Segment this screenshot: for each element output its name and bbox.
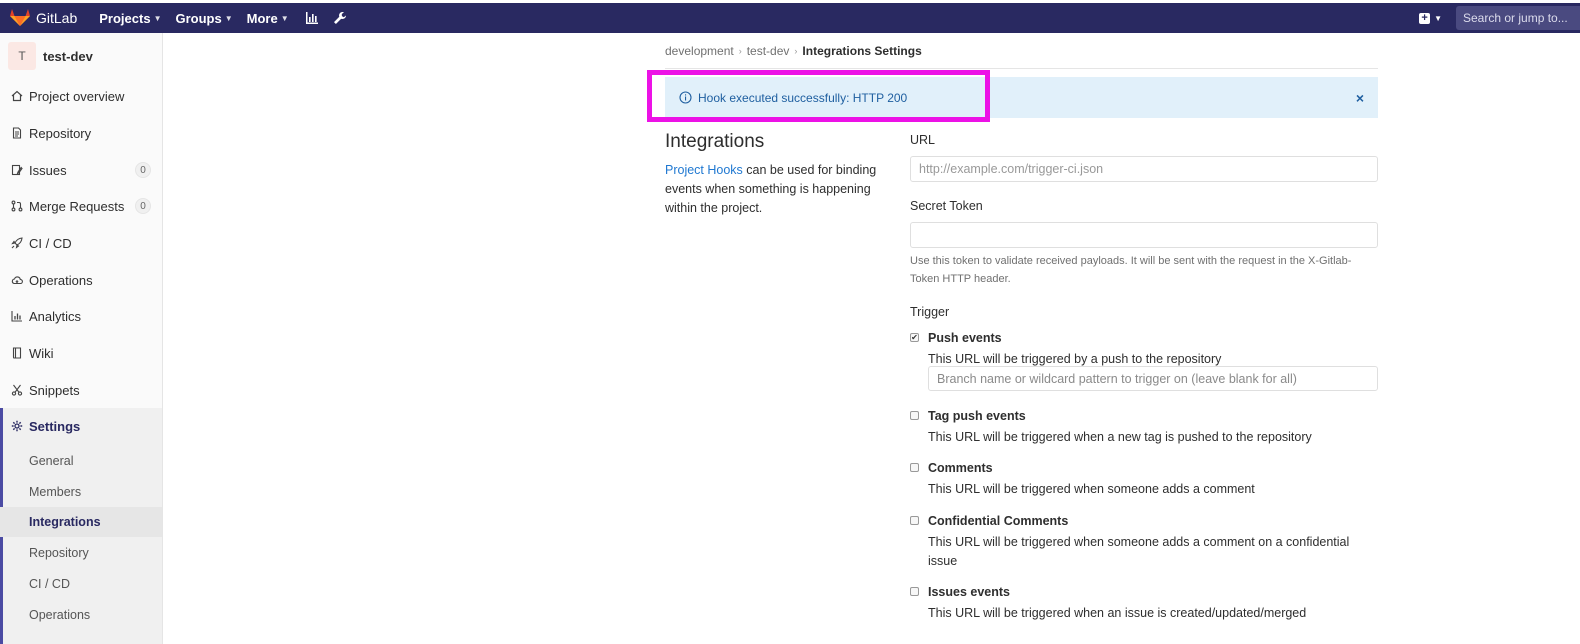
- confidential-comments-checkbox[interactable]: [910, 516, 919, 525]
- avatar: T: [8, 42, 36, 70]
- nav-projects-label: Projects: [99, 10, 151, 26]
- sidebar-item-ci-cd[interactable]: CI / CD: [0, 225, 162, 261]
- sidebar-item-label: Project overview: [29, 88, 125, 104]
- flash-message: Hook executed successfully: HTTP 200: [698, 90, 908, 105]
- plus-square-icon: +: [1419, 12, 1431, 24]
- trigger-title: Issues events: [928, 585, 1010, 599]
- brand-name: GitLab: [36, 10, 78, 26]
- sidebar-item-wiki[interactable]: Wiki: [0, 335, 162, 371]
- sidebar-item-label: Wiki: [29, 345, 54, 361]
- sidebar-item-label: CI / CD: [29, 235, 72, 251]
- trigger-description: This URL will be triggered when someone …: [928, 535, 1350, 568]
- sidebar-subitem-integrations[interactable]: Integrations: [0, 507, 162, 537]
- chevron-down-icon: ▼: [153, 13, 162, 23]
- nav-groups-label: Groups: [175, 10, 222, 26]
- merge-requests-count-badge: 0: [135, 198, 151, 214]
- breadcrumb-current[interactable]: Integrations Settings: [802, 44, 921, 58]
- sidebar-item-operations[interactable]: Operations: [0, 262, 162, 298]
- project-hooks-link[interactable]: Project Hooks: [665, 163, 743, 177]
- nav-projects[interactable]: Projects ▼: [99, 11, 161, 26]
- sidebar-subitem-members[interactable]: Members: [0, 477, 162, 507]
- scissors-icon: [10, 384, 23, 397]
- issues-events-checkbox[interactable]: [910, 587, 919, 596]
- sidebar-subitem-repository[interactable]: Repository: [0, 538, 162, 568]
- sidebar-item-snippets[interactable]: Snippets: [0, 372, 162, 408]
- chevron-right-icon: ›: [738, 46, 742, 56]
- gitlab-logo-icon: [10, 9, 30, 26]
- trigger-description: This URL will be triggered when an issue…: [928, 606, 1307, 620]
- sidebar-item-label: Snippets: [29, 382, 80, 398]
- trigger-label: Trigger: [910, 305, 950, 319]
- cloud-icon: [10, 274, 23, 287]
- trigger-title: Comments: [928, 461, 993, 475]
- branch-filter-input[interactable]: [928, 366, 1378, 391]
- search-input[interactable]: [1456, 6, 1580, 30]
- tag-push-events-checkbox[interactable]: [910, 411, 919, 420]
- flash-notice: Hook executed successfully: HTTP 200 ×: [665, 77, 1378, 118]
- doc-icon: [10, 127, 23, 140]
- issues-icon: [10, 164, 23, 177]
- chart-icon: [10, 310, 23, 323]
- url-input[interactable]: [910, 156, 1378, 182]
- top-navbar: GitLab Projects ▼ Groups ▼ More ▼ + ▼: [0, 3, 1580, 33]
- sidebar: T test-dev Project overview Repository I…: [0, 33, 163, 644]
- chevron-right-icon: ›: [794, 46, 798, 56]
- sidebar-item-analytics[interactable]: Analytics: [0, 298, 162, 334]
- sidebar-subitem-operations[interactable]: Operations: [0, 600, 162, 630]
- rocket-icon: [10, 237, 23, 250]
- sidebar-subitem-general[interactable]: General: [0, 446, 162, 476]
- secret-token-label: Secret Token: [910, 199, 983, 213]
- sidebar-item-merge-requests[interactable]: Merge Requests 0: [0, 188, 162, 224]
- nav-more[interactable]: More ▼: [247, 11, 289, 26]
- secret-token-help: Use this token to validate received payl…: [910, 255, 1352, 285]
- chevron-down-icon: ▼: [224, 13, 233, 23]
- breadcrumb-group-link[interactable]: development: [665, 44, 734, 58]
- wrench-icon[interactable]: [333, 11, 347, 25]
- page-title: Integrations: [665, 131, 765, 152]
- secret-token-input[interactable]: [910, 222, 1378, 248]
- integrations-description: Project Hooks can be used for binding ev…: [665, 161, 895, 218]
- sidebar-item-label: Repository: [29, 125, 92, 141]
- sidebar-item-issues[interactable]: Issues 0: [0, 152, 162, 188]
- sidebar-item-label: Merge Requests: [29, 198, 125, 214]
- sidebar-subitem-ci-cd[interactable]: CI / CD: [0, 569, 162, 599]
- trigger-description: This URL will be triggered when someone …: [928, 482, 1255, 496]
- push-events-checkbox[interactable]: ✔: [910, 333, 919, 342]
- trigger-description: This URL will be triggered when a new ta…: [928, 430, 1312, 444]
- home-icon: [10, 90, 23, 103]
- new-dropdown[interactable]: + ▼: [1419, 12, 1442, 24]
- activity-chart-icon[interactable]: [305, 11, 319, 25]
- project-name: test-dev: [43, 48, 93, 64]
- brand[interactable]: GitLab: [10, 9, 77, 27]
- sidebar-item-label: Issues: [29, 162, 67, 178]
- info-icon: [679, 91, 692, 104]
- sidebar-item-settings[interactable]: Settings: [0, 408, 162, 444]
- trigger-title: Confidential Comments: [928, 514, 1069, 528]
- comments-checkbox[interactable]: [910, 463, 919, 472]
- breadcrumb: development › test-dev › Integrations Se…: [665, 44, 1378, 69]
- gear-icon: [10, 420, 23, 433]
- sidebar-project-header[interactable]: T test-dev: [0, 33, 162, 79]
- chevron-down-icon: ▼: [1434, 13, 1442, 23]
- sidebar-settings-section: Settings General Members Integrations Re…: [0, 408, 162, 644]
- sidebar-item-project-overview[interactable]: Project overview: [0, 78, 162, 114]
- breadcrumb-project-link[interactable]: test-dev: [747, 44, 790, 58]
- merge-icon: [10, 200, 23, 213]
- nav-more-label: More: [246, 10, 278, 26]
- trigger-title: Tag push events: [928, 409, 1026, 423]
- book-icon: [10, 347, 23, 360]
- trigger-title: Push events: [928, 331, 1002, 345]
- url-label: URL: [910, 133, 936, 147]
- sidebar-item-label: Analytics: [29, 308, 82, 324]
- chevron-down-icon: ▼: [280, 13, 289, 23]
- close-icon[interactable]: ×: [1356, 90, 1364, 106]
- sidebar-item-label: Settings: [29, 418, 81, 434]
- nav-groups[interactable]: Groups ▼: [175, 11, 232, 26]
- sidebar-item-repository[interactable]: Repository: [0, 115, 162, 151]
- sidebar-item-label: Operations: [29, 272, 93, 288]
- issues-count-badge: 0: [135, 162, 151, 178]
